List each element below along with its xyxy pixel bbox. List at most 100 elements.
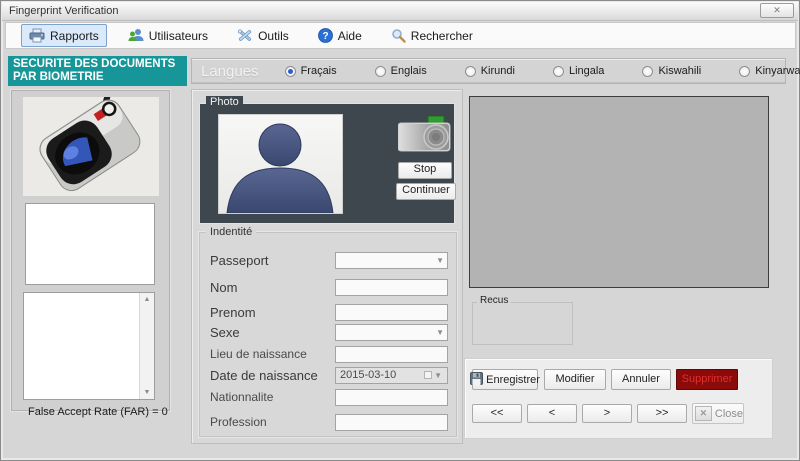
camera-preview-area [469, 96, 769, 288]
close-button[interactable]: ✕ Close [692, 403, 744, 424]
nav-previous-button[interactable]: < [527, 404, 577, 423]
window-close-button[interactable]: ✕ [760, 3, 794, 18]
identity-group: Indentité Passeport ▼ Nom Prenom Sexe ▼ … [199, 232, 457, 437]
form-panel: Photo [191, 89, 463, 444]
nav-first-button[interactable]: << [472, 404, 522, 423]
photo-group: Photo [199, 103, 455, 224]
toolbar-item-label: Utilisateurs [149, 29, 208, 43]
field-row-passeport: Passeport ▼ [210, 251, 446, 269]
nav-last-button[interactable]: >> [637, 404, 687, 423]
radio-label: Kinyarwanda [755, 65, 800, 77]
radio-label: Kirundi [481, 65, 515, 77]
photo-group-label: Photo [206, 96, 243, 108]
field-label: Lieu de naissance [210, 347, 307, 361]
radio-kiswahili[interactable]: Kiswahili [642, 65, 701, 77]
toolbar-item-utilisateurs[interactable]: Utilisateurs [120, 24, 216, 47]
toolbar-item-label: Rapports [50, 29, 99, 43]
scroll-down-icon[interactable]: ▼ [144, 386, 151, 399]
date-value: 2015-03-10 [336, 369, 396, 381]
fingerprint-capture-box [25, 203, 155, 285]
svg-text:?: ? [322, 31, 328, 42]
nav-previous-label: < [549, 407, 555, 419]
chevron-down-icon: ▼ [434, 371, 445, 380]
continue-button[interactable]: Continuer [396, 183, 456, 200]
nav-next-button[interactable]: > [582, 404, 632, 423]
toolbar-item-outils[interactable]: Outils [229, 24, 297, 47]
security-banner-line1: SECURITE DES DOCUMENTS [13, 58, 182, 71]
identity-group-label: Indentité [206, 226, 256, 238]
scrollbar[interactable]: ▲ ▼ [139, 293, 154, 399]
close-button-label: Close [715, 408, 743, 420]
fingerprint-panel: ▲ ▼ False Accept Rate (FAR) = 0 [11, 90, 170, 411]
fingerprint-log-box: ▲ ▼ [23, 292, 155, 400]
nav-next-label: > [604, 407, 610, 419]
radio-button-icon [739, 66, 750, 77]
continue-button-label: Continuer [402, 184, 450, 196]
modify-button[interactable]: Modifier [544, 369, 606, 390]
cancel-button-label: Annuler [622, 373, 660, 385]
toolbar-item-label: Aide [338, 29, 362, 43]
radio-englais[interactable]: Englais [375, 65, 427, 77]
field-label: Prenom [210, 305, 256, 320]
field-label: Passeport [210, 253, 269, 268]
window-title: Fingerprint Verification [9, 5, 118, 17]
far-rate-label: False Accept Rate (FAR) = 0 [28, 406, 168, 418]
main-toolbar: Rapports Utilisateurs Outils ? Aide Rech… [5, 22, 796, 49]
nav-last-label: >> [656, 407, 669, 419]
field-row-date: Date de naissance 2015-03-10 ▼ [210, 366, 446, 384]
radio-lingala[interactable]: Lingala [553, 65, 604, 77]
nom-input[interactable] [335, 279, 448, 296]
cancel-button[interactable]: Annuler [611, 369, 671, 390]
printer-icon [29, 28, 45, 43]
toolbar-item-rapports[interactable]: Rapports [21, 24, 107, 47]
nav-first-label: << [491, 407, 504, 419]
fingerprint-scanner-image [23, 97, 159, 196]
passeport-combobox[interactable]: ▼ [335, 252, 448, 269]
radio-label: Englais [391, 65, 427, 77]
toolbar-item-rechercher[interactable]: Rechercher [383, 24, 481, 47]
photo-preview [218, 114, 343, 214]
nationnalite-input[interactable] [335, 389, 448, 406]
prenom-input[interactable] [335, 304, 448, 321]
save-button[interactable]: Enregistrer [472, 369, 538, 390]
radio-kirundi[interactable]: Kirundi [465, 65, 515, 77]
close-x-icon: ✕ [695, 406, 712, 421]
camera-icon [398, 116, 452, 159]
window-close-icon: ✕ [773, 5, 781, 16]
radio-button-icon [642, 66, 653, 77]
date-naissance-picker[interactable]: 2015-03-10 ▼ [335, 367, 448, 384]
delete-button[interactable]: Supprimer [676, 369, 738, 390]
sexe-combobox[interactable]: ▼ [335, 324, 448, 341]
lieu-naissance-input[interactable] [335, 346, 448, 363]
date-checkbox-icon[interactable] [424, 371, 432, 379]
radio-button-icon [465, 66, 476, 77]
languages-label: Langues [192, 63, 285, 80]
field-row-prenom: Prenom [210, 303, 446, 321]
profession-input[interactable] [335, 414, 448, 431]
title-bar: Fingerprint Verification [2, 2, 798, 21]
stop-button[interactable]: Stop [398, 162, 452, 179]
field-row-nationnalite: Nationnalite [210, 388, 446, 406]
chevron-down-icon: ▼ [436, 328, 447, 337]
field-row-lieu: Lieu de naissance [210, 345, 446, 363]
field-label: Nationnalite [210, 390, 273, 404]
modify-button-label: Modifier [555, 373, 594, 385]
tools-icon [237, 28, 253, 43]
field-row-sexe: Sexe ▼ [210, 323, 446, 341]
field-label: Nom [210, 280, 237, 295]
floppy-disk-icon [470, 372, 483, 388]
security-banner-line2: PAR BIOMETRIE [13, 71, 182, 84]
languages-bar: Langues Fraçais Englais Kirundi Lingala … [191, 58, 786, 84]
users-icon [128, 28, 144, 43]
radio-button-icon [375, 66, 386, 77]
field-row-profession: Profession [210, 413, 446, 431]
chevron-down-icon: ▼ [436, 256, 447, 265]
radio-kinyarwanda[interactable]: Kinyarwanda [739, 65, 800, 77]
toolbar-item-label: Rechercher [411, 29, 473, 43]
toolbar-item-aide[interactable]: ? Aide [310, 24, 370, 47]
radio-francais[interactable]: Fraçais [285, 65, 337, 77]
field-label: Sexe [210, 325, 240, 340]
recus-group-label: Recus [477, 295, 511, 306]
toolbar-item-label: Outils [258, 29, 289, 43]
scroll-up-icon[interactable]: ▲ [144, 293, 151, 306]
